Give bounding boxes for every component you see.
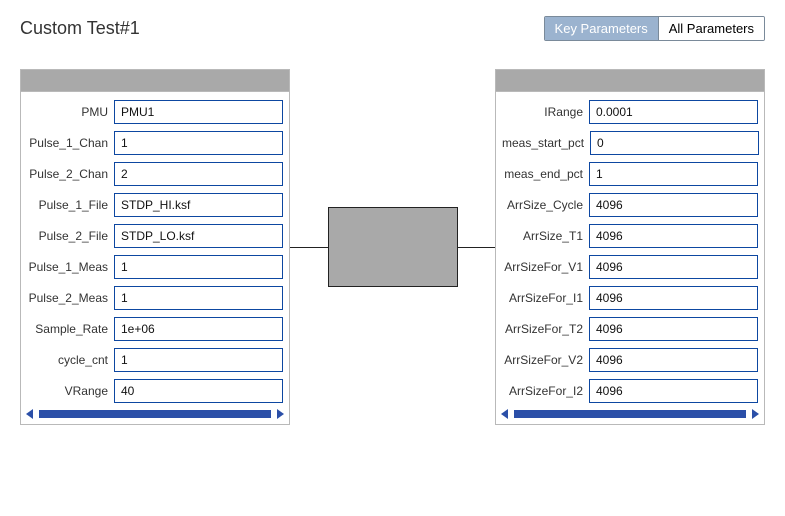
param-row: Pulse_1_Meas bbox=[27, 255, 283, 279]
page-title: Custom Test#1 bbox=[20, 18, 140, 39]
param-row: meas_start_pct bbox=[502, 131, 758, 155]
param-row: Pulse_1_Chan bbox=[27, 131, 283, 155]
param-label: ArrSizeFor_T2 bbox=[502, 322, 583, 336]
param-label: ArrSizeFor_V1 bbox=[502, 260, 583, 274]
param-input[interactable] bbox=[589, 193, 758, 217]
param-input[interactable] bbox=[589, 100, 758, 124]
param-input[interactable] bbox=[114, 224, 283, 248]
param-label: Pulse_1_File bbox=[27, 198, 108, 212]
param-label: Pulse_1_Chan bbox=[27, 136, 108, 150]
param-label: Pulse_2_Chan bbox=[27, 167, 108, 181]
param-label: Sample_Rate bbox=[27, 322, 108, 336]
param-input[interactable] bbox=[114, 348, 283, 372]
param-label: ArrSizeFor_I2 bbox=[502, 384, 583, 398]
param-label: cycle_cnt bbox=[27, 353, 108, 367]
right-parameter-panel: IRange meas_start_pct meas_end_pct ArrSize_… bbox=[495, 69, 765, 425]
right-panel-header bbox=[496, 70, 764, 92]
param-row: ArrSizeFor_V2 bbox=[502, 348, 758, 372]
param-row: VRange bbox=[27, 379, 283, 403]
scroll-left-icon[interactable] bbox=[500, 408, 510, 420]
param-row: cycle_cnt bbox=[27, 348, 283, 372]
param-input[interactable] bbox=[114, 379, 283, 403]
param-label: IRange bbox=[502, 105, 583, 119]
param-row: Sample_Rate bbox=[27, 317, 283, 341]
diagram-area bbox=[290, 69, 495, 425]
param-row: ArrSizeFor_I2 bbox=[502, 379, 758, 403]
param-input[interactable] bbox=[114, 286, 283, 310]
device-block[interactable] bbox=[328, 207, 458, 287]
param-input[interactable] bbox=[589, 286, 758, 310]
scroll-track[interactable] bbox=[39, 410, 271, 418]
param-label: Pulse_2_Meas bbox=[27, 291, 108, 305]
param-input[interactable] bbox=[589, 224, 758, 248]
left-parameter-panel: PMU Pulse_1_Chan Pulse_2_Chan Pulse_1_File P… bbox=[20, 69, 290, 425]
param-row: Pulse_2_Chan bbox=[27, 162, 283, 186]
param-label: VRange bbox=[27, 384, 108, 398]
param-input[interactable] bbox=[589, 255, 758, 279]
left-panel-header bbox=[21, 70, 289, 92]
param-input[interactable] bbox=[589, 379, 758, 403]
workspace: PMU Pulse_1_Chan Pulse_2_Chan Pulse_1_File P… bbox=[20, 69, 765, 425]
param-row: ArrSize_T1 bbox=[502, 224, 758, 248]
tab-all-parameters[interactable]: All Parameters bbox=[658, 17, 764, 40]
param-row: ArrSizeFor_T2 bbox=[502, 317, 758, 341]
param-input[interactable] bbox=[114, 255, 283, 279]
param-input[interactable] bbox=[590, 131, 759, 155]
left-panel-body: PMU Pulse_1_Chan Pulse_2_Chan Pulse_1_File P… bbox=[21, 92, 289, 405]
param-row: Pulse_2_Meas bbox=[27, 286, 283, 310]
param-input[interactable] bbox=[114, 193, 283, 217]
param-input[interactable] bbox=[114, 317, 283, 341]
param-label: ArrSize_Cycle bbox=[502, 198, 583, 212]
scroll-track[interactable] bbox=[514, 410, 746, 418]
param-input[interactable] bbox=[114, 162, 283, 186]
param-label: meas_end_pct bbox=[502, 167, 583, 181]
param-row: Pulse_2_File bbox=[27, 224, 283, 248]
param-input[interactable] bbox=[114, 131, 283, 155]
param-row: ArrSizeFor_I1 bbox=[502, 286, 758, 310]
right-panel-body: IRange meas_start_pct meas_end_pct ArrSize_… bbox=[496, 92, 764, 405]
param-input[interactable] bbox=[589, 162, 758, 186]
param-label: PMU bbox=[27, 105, 108, 119]
right-panel-scrollbar bbox=[496, 405, 764, 424]
param-row: PMU bbox=[27, 100, 283, 124]
param-label: Pulse_2_File bbox=[27, 229, 108, 243]
left-panel-scrollbar bbox=[21, 405, 289, 424]
param-label: meas_start_pct bbox=[502, 136, 584, 150]
param-row: ArrSizeFor_V1 bbox=[502, 255, 758, 279]
tab-key-parameters[interactable]: Key Parameters bbox=[545, 17, 658, 40]
param-label: Pulse_1_Meas bbox=[27, 260, 108, 274]
param-input[interactable] bbox=[114, 100, 283, 124]
param-label: ArrSizeFor_I1 bbox=[502, 291, 583, 305]
param-row: meas_end_pct bbox=[502, 162, 758, 186]
scroll-right-icon[interactable] bbox=[750, 408, 760, 420]
parameter-tab-group: Key Parameters All Parameters bbox=[544, 16, 765, 41]
scroll-right-icon[interactable] bbox=[275, 408, 285, 420]
param-input[interactable] bbox=[589, 317, 758, 341]
param-label: ArrSize_T1 bbox=[502, 229, 583, 243]
param-label: ArrSizeFor_V2 bbox=[502, 353, 583, 367]
param-row: IRange bbox=[502, 100, 758, 124]
param-input[interactable] bbox=[589, 348, 758, 372]
param-row: Pulse_1_File bbox=[27, 193, 283, 217]
param-row: ArrSize_Cycle bbox=[502, 193, 758, 217]
scroll-left-icon[interactable] bbox=[25, 408, 35, 420]
